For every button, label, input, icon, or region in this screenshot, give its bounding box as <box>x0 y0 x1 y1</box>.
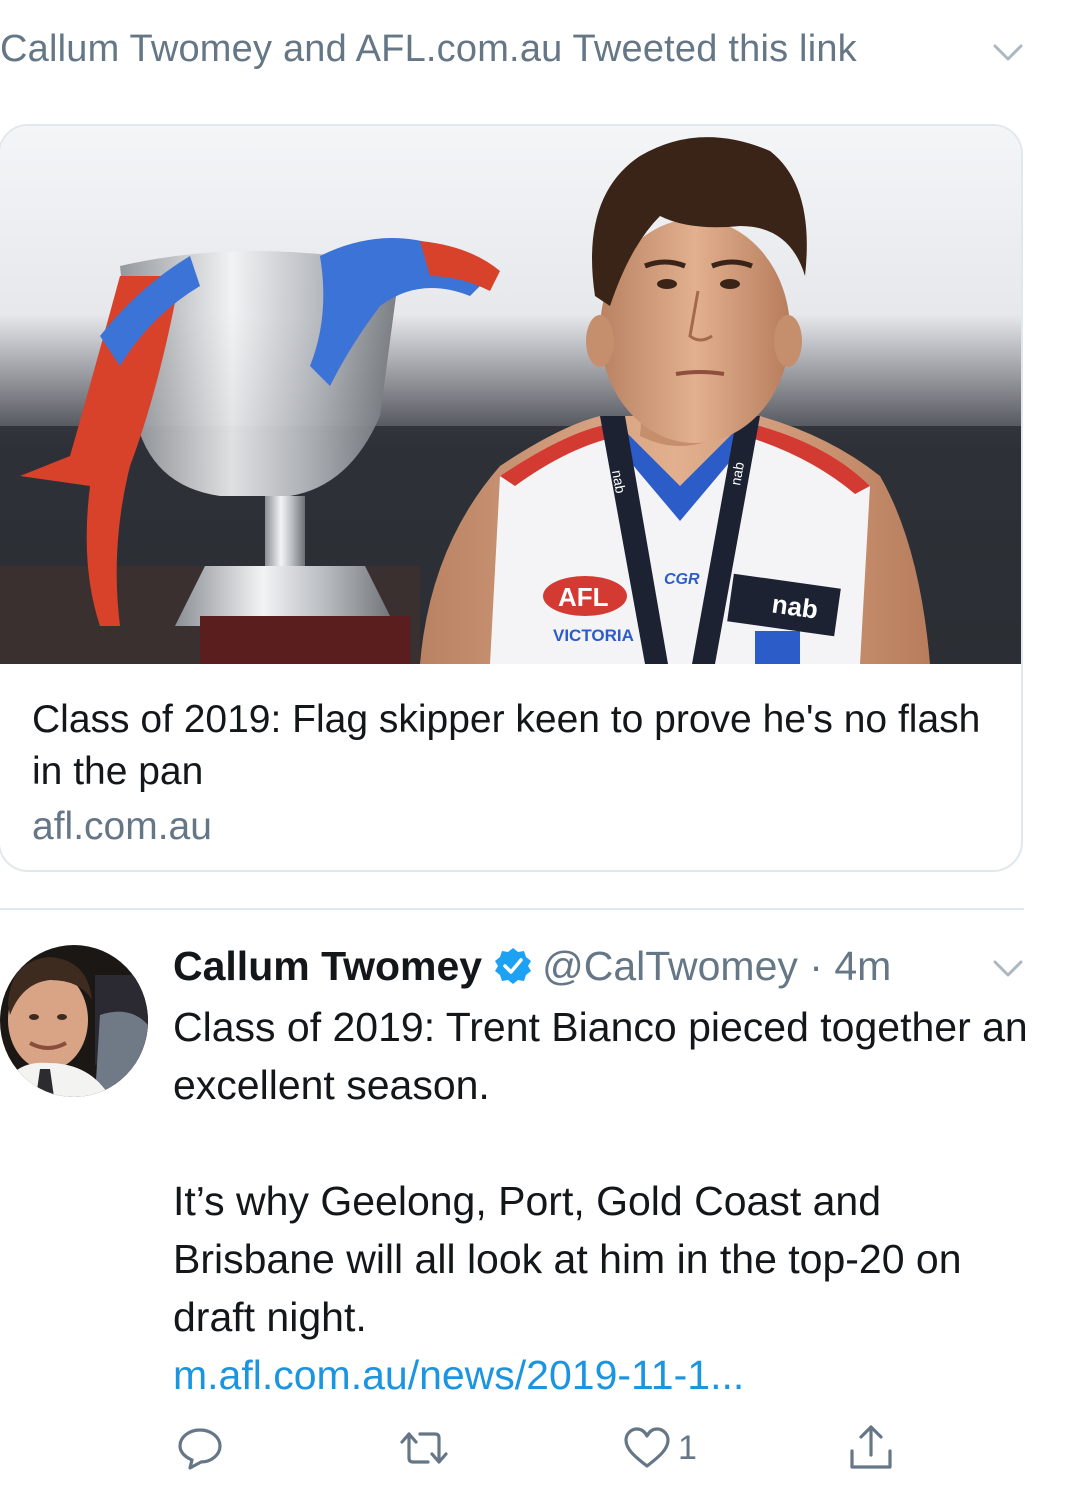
share-icon <box>846 1423 896 1473</box>
reply-button[interactable] <box>176 1420 230 1476</box>
link-card[interactable]: nab nab AFL VICTORIA CGR nab Class of 20… <box>0 124 1023 872</box>
afl-logo-text: AFL <box>558 582 609 612</box>
tweet-line-2: It’s why Geelong, Port, Gold Coast and B… <box>173 1178 962 1340</box>
separator-dot: · <box>797 943 835 989</box>
tweet-text: Class of 2019: Trent Bianco pieced toget… <box>173 998 1043 1404</box>
victoria-text: VICTORIA <box>553 626 634 645</box>
tweeted-link-text: Callum Twomey and AFL.com.au Tweeted thi… <box>0 28 857 70</box>
share-button[interactable] <box>846 1420 896 1476</box>
author-handle[interactable]: @CalTwomey <box>542 943 798 989</box>
card-domain: afl.com.au <box>32 805 212 848</box>
like-icon <box>622 1424 672 1472</box>
chevron-down-icon[interactable] <box>990 950 1026 986</box>
avatar[interactable] <box>0 945 148 1097</box>
card-title[interactable]: Class of 2019: Flag skipper keen to prov… <box>32 694 992 798</box>
tweet-link[interactable]: m.afl.com.au/news/2019-11-1... <box>173 1346 1043 1404</box>
reply-icon <box>176 1424 224 1472</box>
like-button[interactable]: 1 <box>622 1420 697 1476</box>
author-name[interactable]: Callum Twomey <box>173 943 482 989</box>
retweet-icon <box>396 1424 452 1472</box>
chevron-down-icon[interactable] <box>990 34 1026 70</box>
divider <box>0 908 1024 910</box>
card-image: nab nab AFL VICTORIA CGR nab <box>0 126 1021 664</box>
tweet-screen: Callum Twomey and AFL.com.au Tweeted thi… <box>0 0 1071 1496</box>
tweeted-link-header: Callum Twomey and AFL.com.au Tweeted thi… <box>0 28 1071 78</box>
tweet-line-1: Class of 2019: Trent Bianco pieced toget… <box>173 1004 1028 1108</box>
nab-text: nab <box>770 588 820 624</box>
retweet-button[interactable] <box>396 1420 458 1476</box>
brand-text: CGR <box>664 571 700 588</box>
tweet-time[interactable]: 4m <box>834 943 891 989</box>
tweet-header: Callum Twomey @CalTwomey · 4m <box>173 938 891 994</box>
verified-badge-icon <box>494 947 532 985</box>
like-count: 1 <box>678 1428 697 1467</box>
tweet-actions: 1 <box>0 1420 1071 1480</box>
